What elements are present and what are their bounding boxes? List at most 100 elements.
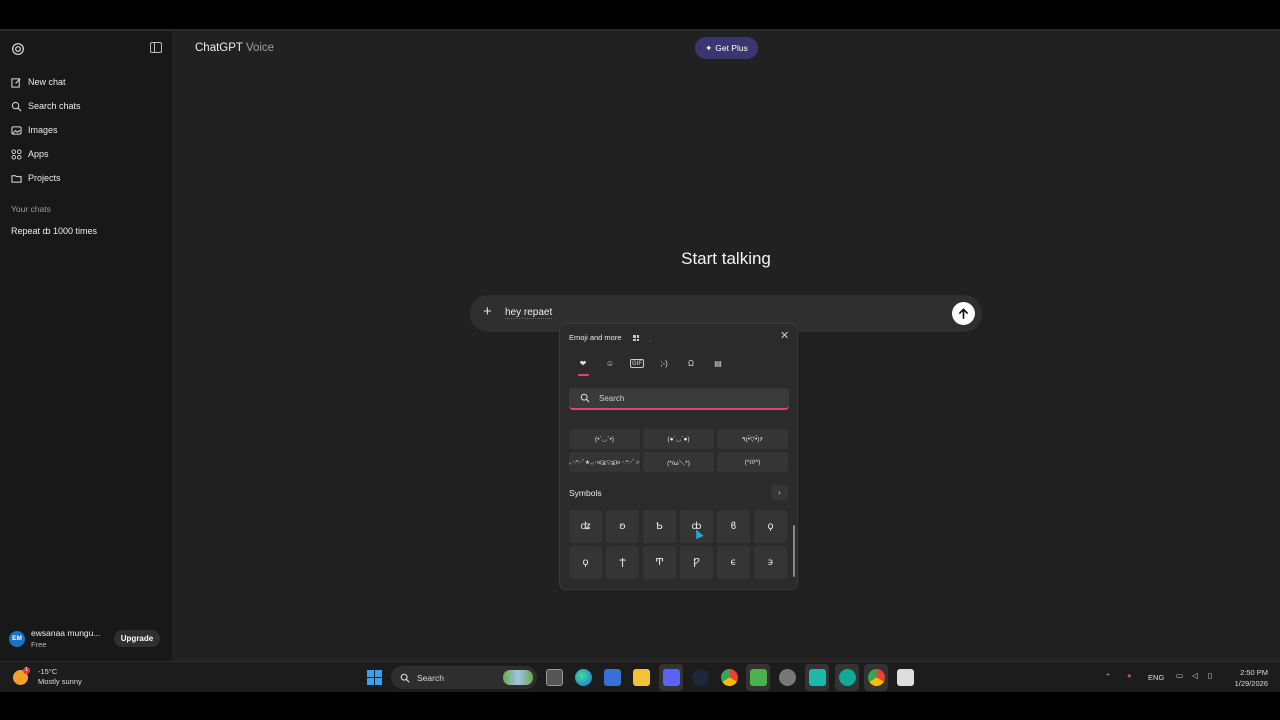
active-tab-indicator [578, 374, 589, 376]
chrome-profile-icon[interactable] [868, 669, 885, 686]
send-button[interactable] [952, 302, 975, 325]
battery-icon[interactable]: ▯ [1208, 671, 1212, 680]
apps-icon [11, 148, 22, 160]
sidebar-toggle-icon[interactable] [150, 42, 162, 53]
tab-favorites-icon[interactable]: ❤ [576, 356, 590, 370]
upgrade-button[interactable]: Upgrade [114, 630, 160, 647]
date: 1/29/2026 [1234, 679, 1268, 688]
windows-start-icon[interactable] [367, 670, 382, 685]
kaomoji-item[interactable]: (^///^) [717, 452, 788, 472]
app-icon[interactable] [750, 669, 767, 686]
sidebar-item-apps[interactable]: Apps [11, 145, 49, 163]
capcut-icon[interactable] [809, 669, 826, 686]
app-title: ChatGPT [195, 42, 243, 54]
symbol-item[interactable]: ʥ [569, 510, 602, 543]
symbol-item[interactable]: ʚ [606, 510, 639, 543]
emoji-search-input[interactable]: Search [569, 388, 789, 410]
symbol-item[interactable]: ϐ [717, 510, 750, 543]
symbol-item[interactable]: Ƿ [680, 546, 713, 579]
tab-symbols-icon[interactable]: Ω [684, 356, 698, 370]
message-input[interactable]: hey repaet [505, 307, 553, 319]
chevron-right-icon[interactable]: › [771, 485, 788, 500]
steam-icon[interactable] [692, 669, 709, 686]
time: 2:50 PM [1240, 668, 1268, 677]
snipping-tool-icon[interactable] [897, 669, 914, 686]
plus-icon[interactable]: + [483, 303, 492, 320]
sun-icon: 1 [13, 666, 30, 685]
page-title[interactable]: ChatGPT Voice [195, 42, 274, 54]
chevron-up-icon[interactable]: ⌃ [1105, 672, 1111, 681]
message-text: hey repaet [505, 307, 553, 319]
sparkle-icon: ✦ [705, 42, 713, 53]
volume-icon[interactable]: ◁ [1192, 671, 1198, 680]
chat-history-item[interactable]: Repeat ȸ 1000 times [11, 226, 97, 236]
microphone-icon[interactable]: ● [1127, 671, 1132, 680]
weather-condition: Mostly sunny [38, 677, 82, 686]
get-plus-button[interactable]: ✦ Get Plus [695, 37, 758, 59]
taskbar: 1 -15°C Mostly sunny Search ⌃ ● ENG ▭ ◁ … [0, 661, 1280, 692]
chrome-icon[interactable] [721, 669, 738, 686]
search-highlight-icon [503, 670, 533, 685]
kaomoji-item[interactable]: ｡･:*:･ﾟ★,｡･o(≧▽≦)o ･:*:･ﾟ☆ [569, 452, 640, 472]
screen: New chat Search chats Images Apps Projec… [0, 0, 1280, 720]
task-view-icon[interactable] [546, 669, 563, 686]
temperature: -15°C [38, 667, 58, 676]
tab-kaomoji-icon[interactable]: ;-) [657, 356, 671, 370]
discord-icon[interactable] [663, 669, 680, 686]
search-icon [400, 673, 410, 683]
file-explorer-icon[interactable] [633, 669, 650, 686]
search-icon [11, 101, 22, 111]
windows-logo-icon [633, 335, 639, 341]
sidebar-item-new-chat[interactable]: New chat [11, 73, 66, 91]
search-placeholder: Search [599, 393, 625, 403]
store-icon[interactable] [604, 669, 621, 686]
symbol-item[interactable]: ϙ [754, 510, 787, 543]
sidebar-item-images[interactable]: Images [11, 121, 58, 139]
symbol-item[interactable]: Ƅ [643, 510, 676, 543]
kaomoji-item[interactable]: ٩(•̀▽•́)۶ [717, 429, 788, 449]
emoji-panel-scrollbar[interactable] [793, 525, 795, 577]
sidebar-item-projects[interactable]: Projects [11, 169, 61, 187]
search-icon [580, 393, 590, 403]
user-profile[interactable]: EM ewsanaa mungu... Free [9, 628, 100, 649]
model-subtitle: Voice [245, 42, 275, 54]
weather-widget[interactable]: 1 -15°C Mostly sunny [13, 666, 82, 687]
taskbar-search[interactable]: Search [391, 666, 537, 689]
kaomoji-item[interactable]: (*/ω＼*) [643, 452, 714, 472]
app-icon[interactable] [839, 669, 856, 686]
your-chats-heading: Your chats [11, 204, 51, 214]
symbol-item[interactable]: ϵ [717, 546, 750, 579]
sidebar-item-label: Images [28, 125, 58, 135]
edge-icon[interactable] [575, 669, 592, 686]
symbol-item[interactable]: Ͳ [643, 546, 676, 579]
close-icon[interactable]: ✕ [780, 329, 789, 342]
start-talking-heading: Start talking [681, 249, 771, 268]
arrow-up-icon [959, 308, 968, 319]
avatar: EM [9, 630, 25, 647]
folder-icon [11, 174, 22, 183]
symbols-heading: Symbols [569, 488, 602, 498]
kaomoji-item[interactable]: (●´◡`●) [643, 429, 714, 449]
settings-gear-icon[interactable] [779, 669, 796, 686]
period-key-icon: . [649, 338, 651, 344]
emoji-panel: Emoji and more . ✕ ❤ ☺ GIF ;-) Ω ▤ Searc… [559, 323, 798, 590]
symbol-item[interactable]: Ϯ [606, 546, 639, 579]
sidebar: New chat Search chats Images Apps Projec… [0, 31, 172, 661]
tab-gif-icon[interactable]: GIF [630, 359, 644, 368]
tab-clipboard-icon[interactable]: ▤ [711, 356, 725, 370]
symbol-item[interactable]: ϙ [569, 546, 602, 579]
kaomoji-item[interactable]: (•`◡´•) [569, 429, 640, 449]
get-plus-label: Get Plus [715, 43, 748, 53]
sidebar-item-label: New chat [28, 77, 66, 87]
clock[interactable]: 2:50 PM 1/29/2026 [1225, 667, 1268, 689]
taskbar-search-label: Search [417, 672, 444, 683]
network-icon[interactable]: ▭ [1176, 671, 1183, 680]
sidebar-item-label: Search chats [28, 101, 81, 111]
sidebar-item-label: Projects [28, 173, 61, 183]
sidebar-item-search-chats[interactable]: Search chats [11, 97, 81, 115]
edit-icon [11, 77, 21, 88]
symbol-item[interactable]: ϶ [754, 546, 787, 579]
openai-logo-icon[interactable] [10, 41, 26, 57]
tab-emoji-icon[interactable]: ☺ [603, 356, 617, 370]
language-indicator[interactable]: ENG [1148, 673, 1164, 682]
